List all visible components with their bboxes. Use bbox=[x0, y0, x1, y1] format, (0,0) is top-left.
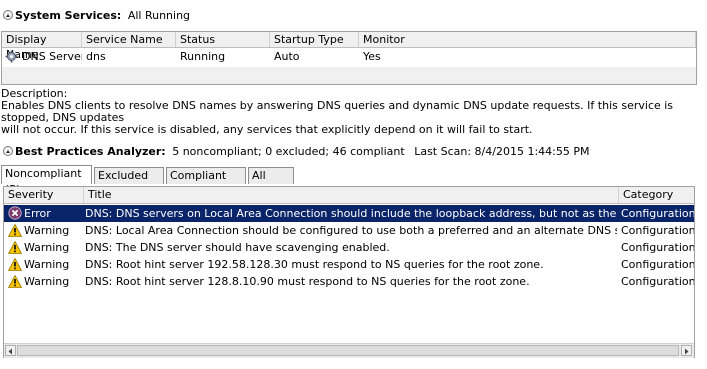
service-description: Description: Enables DNS clients to reso… bbox=[1, 88, 705, 136]
services-status: All Running bbox=[127, 9, 191, 22]
bpa-rows: Error DNS: DNS servers on Local Area Con… bbox=[4, 205, 694, 341]
result-title: DNS: Root hint server 192.58.128.30 must… bbox=[85, 258, 544, 271]
scroll-thumb[interactable] bbox=[17, 345, 679, 356]
bpa-last-scan: Last Scan: 8/4/2015 1:44:55 PM bbox=[414, 145, 590, 158]
bpa-header: Best Practices Analyzer: 5 noncompliant;… bbox=[15, 145, 589, 158]
bpa-tabs: Noncompliant (5) Excluded (0) Compliant … bbox=[1, 165, 701, 198]
result-row[interactable]: Error DNS: DNS servers on Local Area Con… bbox=[4, 205, 694, 222]
service-name: dns bbox=[86, 50, 106, 63]
warning-icon bbox=[8, 239, 22, 256]
result-category: Configuration bbox=[621, 207, 694, 220]
chevron-right-icon bbox=[685, 348, 689, 355]
result-category: Configuration bbox=[621, 258, 694, 271]
description-line-2: will not occur. If this service is disab… bbox=[1, 123, 533, 136]
col-header-monitor[interactable]: Monitor bbox=[359, 32, 696, 47]
services-grid-header: Display Name Service Name Status Startup… bbox=[2, 32, 696, 61]
scroll-right-button[interactable] bbox=[681, 345, 692, 356]
service-status: Running bbox=[180, 50, 226, 63]
description-line-1: Enables DNS clients to resolve DNS names… bbox=[1, 99, 674, 124]
warning-icon bbox=[8, 256, 22, 273]
service-startup-type: Auto bbox=[274, 50, 300, 63]
result-title: DNS: The DNS server should have scavengi… bbox=[85, 241, 390, 254]
services-grid-empty-area bbox=[2, 67, 696, 84]
horizontal-scrollbar[interactable] bbox=[4, 343, 694, 358]
bpa-title: Best Practices Analyzer: bbox=[15, 145, 166, 158]
result-row[interactable]: Warning DNS: Root hint server 128.8.10.9… bbox=[4, 273, 694, 290]
collapse-services-button[interactable] bbox=[3, 10, 13, 20]
gear-icon bbox=[5, 49, 19, 66]
col-header-severity[interactable]: Severity bbox=[4, 187, 84, 203]
col-header-service-name[interactable]: Service Name bbox=[82, 32, 176, 47]
service-row[interactable]: DNS Server dns Running Auto Yes bbox=[2, 49, 696, 65]
result-row[interactable]: Warning DNS: Local Area Connection shoul… bbox=[4, 222, 694, 239]
tab-compliant[interactable]: Compliant (46) bbox=[166, 167, 246, 198]
error-icon bbox=[8, 205, 22, 222]
result-severity: Error bbox=[24, 207, 51, 220]
services-title: System Services: bbox=[15, 9, 122, 22]
bpa-summary: 5 noncompliant; 0 excluded; 46 compliant bbox=[172, 145, 405, 158]
result-row[interactable]: Warning DNS: Root hint server 192.58.128… bbox=[4, 256, 694, 273]
warning-icon bbox=[8, 222, 22, 239]
bpa-grid-header: Severity Title Category bbox=[4, 187, 694, 204]
result-category: Configuration bbox=[621, 241, 694, 254]
service-display-name: DNS Server bbox=[22, 50, 82, 63]
result-category: Configuration bbox=[621, 224, 694, 237]
tab-excluded[interactable]: Excluded (0) bbox=[94, 167, 164, 198]
col-header-startup-type[interactable]: Startup Type bbox=[270, 32, 359, 47]
result-title: DNS: DNS servers on Local Area Connectio… bbox=[85, 207, 617, 220]
scroll-left-button[interactable] bbox=[5, 345, 16, 356]
result-severity: Warning bbox=[24, 258, 70, 271]
chevron-left-icon bbox=[8, 348, 12, 355]
services-header: System Services: All Running bbox=[15, 9, 190, 22]
result-severity: Warning bbox=[24, 241, 70, 254]
col-header-display-name[interactable]: Display Name bbox=[2, 32, 82, 61]
result-row[interactable]: Warning DNS: The DNS server should have … bbox=[4, 239, 694, 256]
result-category: Configuration bbox=[621, 275, 694, 288]
service-monitor: Yes bbox=[363, 50, 381, 63]
result-severity: Warning bbox=[24, 275, 70, 288]
col-header-status[interactable]: Status bbox=[176, 32, 270, 47]
result-title: DNS: Local Area Connection should be con… bbox=[85, 224, 617, 237]
warning-icon bbox=[8, 273, 22, 290]
bpa-results-grid: Severity Title Category Error DNS: DNS s… bbox=[3, 186, 695, 358]
result-title: DNS: Root hint server 128.8.10.90 must r… bbox=[85, 275, 530, 288]
tab-all[interactable]: All (51) bbox=[248, 167, 294, 198]
col-header-category[interactable]: Category bbox=[619, 187, 694, 203]
result-severity: Warning bbox=[24, 224, 70, 237]
collapse-bpa-button[interactable] bbox=[3, 146, 13, 156]
col-header-title[interactable]: Title bbox=[84, 187, 619, 203]
services-grid: Display Name Service Name Status Startup… bbox=[1, 31, 697, 85]
tab-noncompliant[interactable]: Noncompliant (5) bbox=[1, 165, 92, 196]
